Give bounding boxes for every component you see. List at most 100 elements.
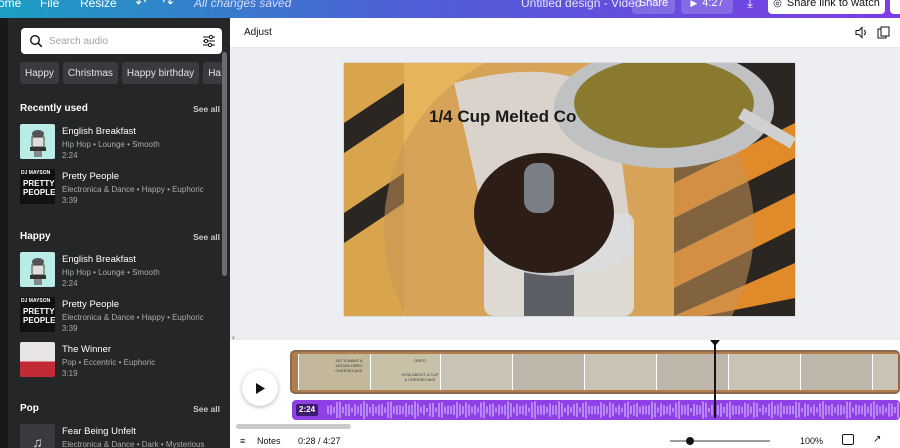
track-duration: 3:39: [62, 196, 78, 205]
search-input[interactable]: Search audio: [49, 36, 202, 47]
section-title: Pop: [20, 403, 39, 414]
clip-frame: [440, 354, 512, 390]
expand-icon[interactable]: ↗: [873, 434, 881, 445]
see-all-link[interactable]: See all: [193, 404, 220, 414]
chip-happy-birthday[interactable]: Happy birthday: [121, 62, 200, 84]
clip-frame: LET'S MAKE A VEGAN OREO CHEESECAKE: [298, 354, 370, 390]
clip-frame: [512, 354, 584, 390]
timeline-scrollbar[interactable]: [236, 424, 351, 429]
clip-text: OREO: [414, 358, 426, 363]
adjust-button[interactable]: Adjust: [244, 27, 272, 38]
filter-icon[interactable]: [202, 35, 216, 47]
track-name: Pretty People: [62, 299, 120, 310]
timeline-play-button[interactable]: [242, 370, 278, 406]
globe-icon: ◎: [773, 0, 782, 9]
play-icon: ▶: [690, 0, 698, 8]
audio-track-item[interactable]: English Breakfast Hip Hop • Lounge • Smo…: [20, 124, 220, 162]
video-clip-track[interactable]: LET'S MAKE A VEGAN OREO CHEESECAKE OREO …: [290, 350, 900, 394]
track-name: English Breakfast: [62, 126, 136, 137]
download-icon[interactable]: ⤓: [742, 0, 758, 11]
share-link-button[interactable]: ◎ Share link to watch: [768, 0, 885, 14]
thumb-pretty-text: PRETTY: [23, 307, 55, 316]
clip-frame: OREO HOW ABOUT A CUP & CHEESECAKE: [370, 354, 440, 390]
section-header: Pop See all: [20, 403, 220, 414]
audio-track-item[interactable]: DJ MAYSON PRETTY PEOPLE Pretty People El…: [20, 169, 220, 207]
share-link-label: Share link to watch: [786, 0, 880, 9]
clip-text: LET'S MAKE A VEGAN OREO CHEESECAKE: [335, 358, 363, 373]
track-thumbnail: DJ MAYSON PRETTY PEOPLE: [20, 169, 55, 204]
undo-icon[interactable]: ↶: [133, 0, 149, 11]
notes-icon[interactable]: ≡: [240, 436, 245, 446]
save-status: All changes saved: [194, 0, 292, 10]
track-meta: Hip Hop • Lounge • Smooth: [62, 140, 160, 149]
redo-icon[interactable]: ↷: [160, 0, 176, 11]
audio-track-item[interactable]: English Breakfast Hip Hop • Lounge • Smo…: [20, 252, 220, 290]
music-note-icon: ♫: [32, 433, 43, 448]
track-meta: Electronica & Dance • Happy • Euphoric: [62, 185, 204, 194]
track-meta: Pop • Eccentric • Euphoric: [62, 358, 156, 367]
audio-waveform: [327, 401, 899, 419]
chip-christmas[interactable]: Christmas: [62, 62, 118, 84]
see-all-link[interactable]: See all: [193, 104, 220, 114]
see-all-link[interactable]: See all: [193, 232, 220, 242]
playhead[interactable]: [710, 340, 720, 418]
file-menu[interactable]: File: [40, 0, 59, 10]
play-preview-button[interactable]: ▶ 4:27: [681, 0, 733, 14]
track-name: Fear Being Unfelt: [62, 426, 136, 437]
audio-track[interactable]: 2:24: [292, 400, 900, 420]
track-thumbnail: [20, 252, 55, 287]
track-meta: Hip Hop • Lounge • Smooth: [62, 268, 160, 277]
grid-view-icon[interactable]: [842, 434, 854, 445]
zoom-level[interactable]: 100%: [800, 436, 823, 446]
panel-scrollbar[interactable]: [222, 52, 227, 276]
volume-icon[interactable]: [855, 26, 868, 39]
share-button[interactable]: Share: [632, 0, 675, 14]
section-header: Recently used See all: [20, 103, 220, 114]
search-bar[interactable]: Search audio: [21, 28, 222, 54]
share-label: Share: [638, 0, 669, 9]
clip-frame: [584, 354, 656, 390]
track-thumbnail: [20, 124, 55, 159]
zoom-slider[interactable]: [670, 440, 770, 442]
home-menu[interactable]: ome: [0, 0, 21, 10]
notes-button[interactable]: Notes: [257, 436, 281, 446]
section-title: Recently used: [20, 103, 88, 114]
editor-toolbar: Adjust: [230, 18, 900, 48]
track-meta: Electronica & Dance • Dark • Mysterious: [62, 440, 205, 448]
track-thumbnail: DJ MAYSON PRETTY PEOPLE: [20, 297, 55, 332]
track-meta: Electronica & Dance • Happy • Euphoric: [62, 313, 204, 322]
section-title: Happy: [20, 231, 51, 242]
left-rail: [0, 18, 8, 448]
video-frame-image: [344, 63, 795, 316]
play-time: 4:27: [702, 0, 724, 9]
chip-happy[interactable]: Happy: [20, 62, 59, 84]
canvas-text-caption[interactable]: 1/4 Cup Melted Co: [429, 107, 576, 127]
audio-track-item[interactable]: The Winner Pop • Eccentric • Euphoric 3:…: [20, 342, 220, 380]
zoom-slider-handle[interactable]: [686, 437, 694, 445]
track-duration: 2:24: [62, 151, 78, 160]
thumb-people-text: PEOPLE: [23, 316, 55, 325]
design-title[interactable]: Untitled design - Video: [521, 0, 642, 10]
clip-text: HOW ABOUT A CUP & CHEESECAKE: [401, 372, 439, 382]
thumb-dj-text: DJ MAYSON: [21, 298, 51, 304]
audio-track-item[interactable]: ♫ Fear Being Unfelt Electronica & Dance …: [20, 424, 220, 448]
track-name: The Winner: [62, 344, 112, 355]
more-button[interactable]: [890, 0, 900, 14]
clip-frame: [728, 354, 800, 390]
track-duration: 2:24: [62, 279, 78, 288]
resize-menu[interactable]: Resize: [80, 0, 117, 10]
video-canvas[interactable]: 1/4 Cup Melted Co: [344, 63, 795, 316]
clip-frame: [656, 354, 728, 390]
track-thumbnail: ♫: [20, 424, 55, 448]
track-name: Pretty People: [62, 171, 120, 182]
track-duration: 3:19: [62, 369, 78, 378]
thumb-dj-text: DJ MAYSON: [21, 170, 51, 176]
track-thumbnail: [20, 342, 55, 377]
audio-panel: Search audio Happy Christmas Happy birth…: [8, 18, 230, 448]
copy-icon[interactable]: [877, 26, 890, 39]
section-header: Happy See all: [20, 231, 220, 242]
track-duration: 3:39: [62, 324, 78, 333]
clip-frame: [800, 354, 872, 390]
audio-track-item[interactable]: DJ MAYSON PRETTY PEOPLE Pretty People El…: [20, 297, 220, 335]
thumb-people-text: PEOPLE: [23, 188, 55, 197]
